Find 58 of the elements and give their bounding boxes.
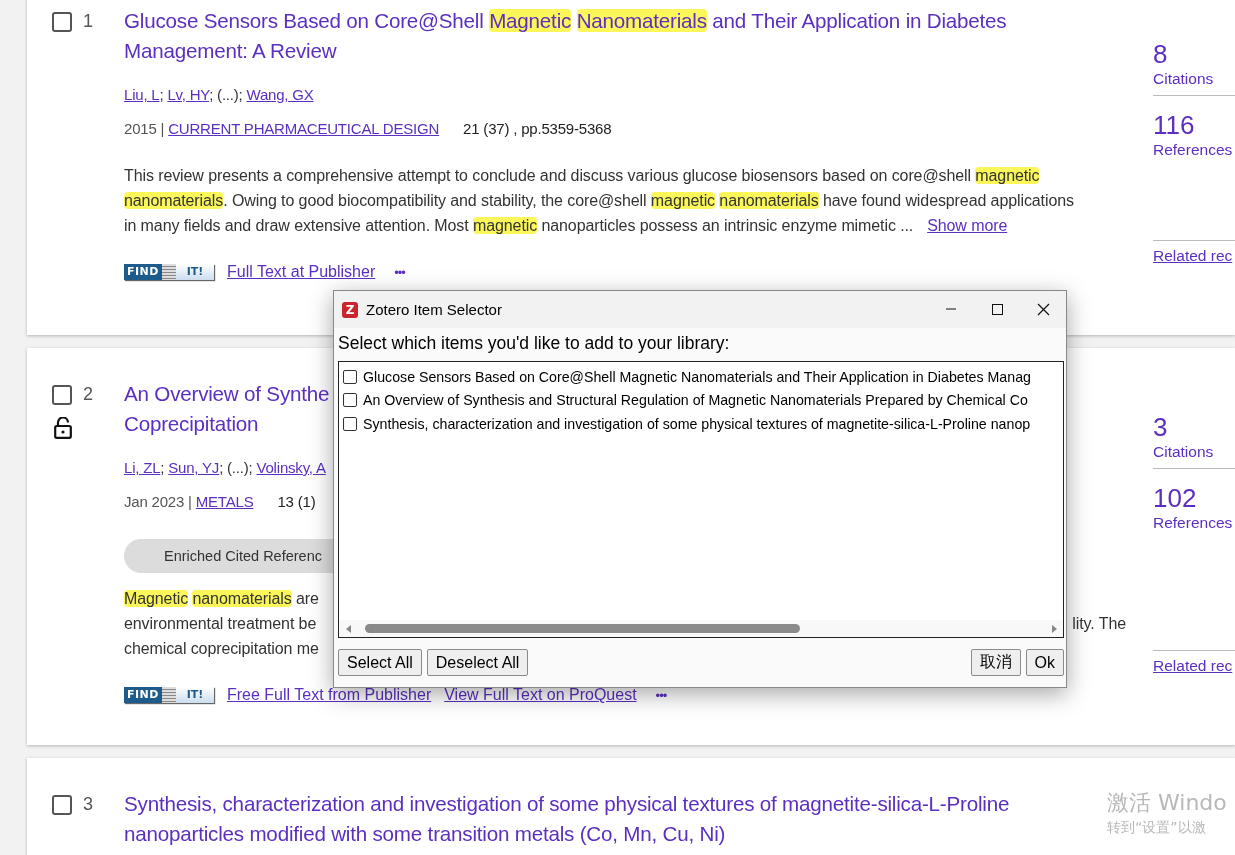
checkbox[interactable] — [343, 416, 357, 431]
volume-pages: 13 (1) — [277, 492, 316, 512]
related-records-link[interactable]: Related rec — [1153, 240, 1235, 266]
activation-hint: 转到“设置”以激 — [1107, 818, 1207, 836]
checkbox[interactable] — [52, 794, 72, 815]
dialog-button[interactable]: Ok — [1025, 649, 1064, 676]
metric-count[interactable]: 102 — [1153, 483, 1235, 513]
journal-link[interactable]: CURRENT PHARMACEUTICAL DESIGN — [168, 120, 440, 137]
app-logo-icon: Z — [342, 301, 358, 318]
activation-title: 激活 Windo — [1107, 789, 1227, 817]
metric-label: References — [1153, 140, 1234, 160]
metric-count[interactable]: 116 — [1153, 110, 1235, 140]
metric-label: Citations — [1153, 69, 1215, 89]
record-number: 3 — [83, 794, 93, 815]
item-label[interactable]: Glucose Sensors Based on Core@Shell Magnetic Nanomaterials and Their Application in Diabetes Manag — [363, 368, 1031, 385]
checkbox[interactable] — [343, 393, 357, 408]
journal-link[interactable]: METALS — [195, 493, 254, 510]
window-title: Zotero Item Selector — [366, 301, 503, 318]
full-text-link[interactable]: Free Full Text from Publisher — [227, 686, 432, 704]
show-more-link[interactable]: Show more — [927, 217, 1008, 234]
author-link[interactable]: Volinsky, A — [256, 459, 326, 476]
close-icon[interactable] — [1036, 303, 1050, 316]
author-list: Liu, L; Lv, HY; (...); Wang, GX — [124, 85, 314, 105]
record-number: 1 — [83, 11, 93, 32]
checkbox[interactable] — [343, 369, 357, 384]
author-list: Li, ZL; Sun, YJ; (...); Volinsky, A — [124, 458, 326, 478]
more-options-button[interactable]: ••• — [655, 687, 667, 703]
more-options-button[interactable]: ••• — [394, 264, 405, 280]
horizontal-scrollbar[interactable] — [339, 620, 1063, 637]
related-records-link[interactable]: Related rec — [1153, 650, 1235, 676]
full-text-link[interactable]: View Full Text on ProQuest — [444, 686, 637, 704]
dialog-button[interactable]: Deselect All — [426, 649, 529, 676]
maximize-icon[interactable] — [990, 303, 1004, 316]
metric-label: Citations — [1153, 442, 1215, 462]
item-label[interactable]: An Overview of Synthesis and Structural Regulation of Magnetic Nanomaterials Prepared by Chemical Co — [363, 392, 1028, 409]
dialog-prompt: Select which items you'd like to add to your library: — [338, 332, 731, 354]
volume-pages: 21 (37) , pp.5359-5368 — [463, 119, 612, 139]
metric-label: References — [1153, 513, 1234, 533]
source-line: 2015 | CURRENT PHARMACEUTICAL DESIGN — [124, 119, 440, 139]
metric-count[interactable]: 8 — [1153, 39, 1235, 69]
source-line: Jan 2023 | METALS — [124, 492, 254, 512]
find-it-button[interactable]: FIND IT! — [124, 687, 214, 703]
record-title[interactable]: An Overview of Synthe Coprecipitation — [124, 379, 330, 439]
record-number: 2 — [83, 384, 93, 405]
full-text-link[interactable]: Full Text at Publisher — [227, 263, 376, 281]
record-title[interactable]: Glucose Sensors Based on Core@Shell Magnetic Nanomaterials and Their Application in Diabetes Management: A Review — [124, 6, 1007, 66]
record-title[interactable]: Synthesis, characterization and investigation of some physical textures of magnetite-silica-L-Proline nanoparticles modified with some transition metals (Co, Mn, Cu, Ni) — [124, 789, 1010, 849]
checkbox[interactable] — [52, 384, 72, 405]
item-label[interactable]: Synthesis, characterization and investigation of some physical textures of magnetite-silica-L-Proline nanop — [363, 415, 1031, 432]
checkbox[interactable] — [52, 11, 72, 32]
abstract-text: This review presents a comprehensive attempt to conclude and discuss various glucose biosensors based on core@shell magnetic nanomaterials. Owing to good biocompatibility and stability, the core@shell magnetic nanomaterials have found widespread applications in many fields and draw extensive attention. Most magnetic nanoparticles possess an intrinsic enzyme mimetic ... Show more — [124, 166, 1075, 236]
metric-count[interactable]: 3 — [1153, 412, 1235, 442]
author-link[interactable]: Sun, YJ — [168, 459, 220, 476]
enriched-references-button[interactable]: Enriched Cited Referenc — [124, 539, 333, 573]
author-link[interactable]: Liu, L — [124, 86, 160, 103]
dialog-button[interactable]: Select All — [338, 649, 422, 676]
find-it-button[interactable]: FIND IT! — [124, 264, 214, 280]
author-link[interactable]: Wang, GX — [246, 86, 314, 103]
